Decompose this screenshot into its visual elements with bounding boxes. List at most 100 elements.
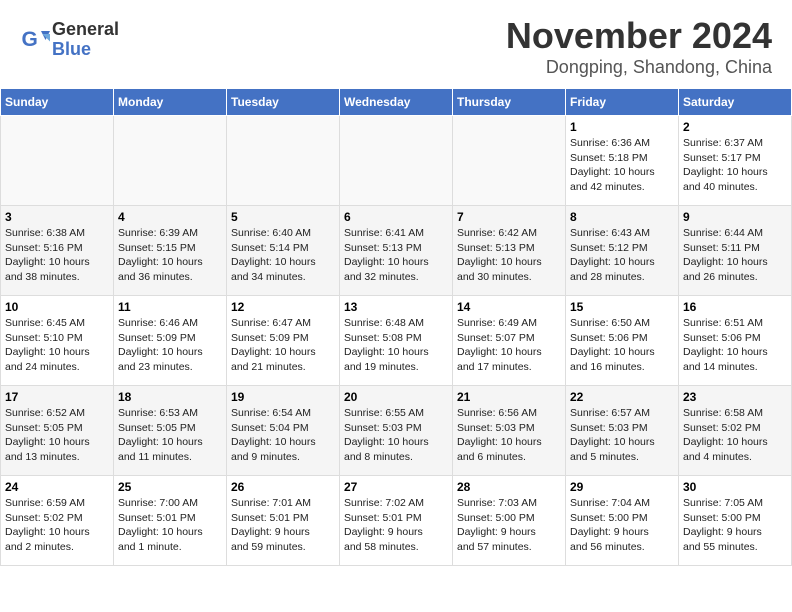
calendar-cell: [227, 116, 340, 206]
day-header-sunday: Sunday: [1, 89, 114, 116]
day-info: Sunrise: 6:41 AM Sunset: 5:13 PM Dayligh…: [344, 227, 429, 283]
day-number: 2: [683, 120, 787, 134]
day-number: 10: [5, 300, 109, 314]
day-info: Sunrise: 6:43 AM Sunset: 5:12 PM Dayligh…: [570, 227, 655, 283]
calendar-week-2: 3 Sunrise: 6:38 AM Sunset: 5:16 PM Daylig…: [1, 206, 792, 296]
day-info: Sunrise: 6:52 AM Sunset: 5:05 PM Dayligh…: [5, 407, 90, 463]
calendar-cell: 3 Sunrise: 6:38 AM Sunset: 5:16 PM Daylig…: [1, 206, 114, 296]
day-number: 11: [118, 300, 222, 314]
calendar-cell: 4Sunrise: 6:39 AM Sunset: 5:15 PM Daylig…: [114, 206, 227, 296]
day-info: Sunrise: 6:37 AM Sunset: 5:17 PM Dayligh…: [683, 137, 768, 193]
calendar-cell: 16 Sunrise: 6:51 AM Sunset: 5:06 PM Dayli…: [679, 296, 792, 386]
calendar-cell: 27 Sunrise: 7:02 AM Sunset: 5:01 PM Dayli…: [340, 476, 453, 566]
calendar-cell: 15Sunrise: 6:50 AM Sunset: 5:06 PM Dayli…: [566, 296, 679, 386]
day-number: 6: [344, 210, 448, 224]
calendar-week-4: 17Sunrise: 6:52 AM Sunset: 5:05 PM Dayli…: [1, 386, 792, 476]
day-number: 25: [118, 480, 222, 494]
day-header-saturday: Saturday: [679, 89, 792, 116]
day-number: 13: [344, 300, 448, 314]
day-number: 24: [5, 480, 109, 494]
calendar-cell: 14Sunrise: 6:49 AM Sunset: 5:07 PM Dayli…: [453, 296, 566, 386]
day-info: Sunrise: 6:36 AM Sunset: 5:18 PM Dayligh…: [570, 137, 655, 193]
day-header-tuesday: Tuesday: [227, 89, 340, 116]
calendar-cell: 8 Sunrise: 6:43 AM Sunset: 5:12 PM Daylig…: [566, 206, 679, 296]
calendar-table: SundayMondayTuesdayWednesdayThursdayFrid…: [0, 88, 792, 566]
day-info: Sunrise: 6:48 AM Sunset: 5:08 PM Dayligh…: [344, 317, 429, 373]
calendar-cell: 9 Sunrise: 6:44 AM Sunset: 5:11 PM Daylig…: [679, 206, 792, 296]
calendar-cell: 30 Sunrise: 7:05 AM Sunset: 5:00 PM Dayli…: [679, 476, 792, 566]
day-info: Sunrise: 6:51 AM Sunset: 5:06 PM Dayligh…: [683, 317, 768, 373]
calendar-cell: 6 Sunrise: 6:41 AM Sunset: 5:13 PM Daylig…: [340, 206, 453, 296]
day-info: Sunrise: 6:53 AM Sunset: 5:05 PM Dayligh…: [118, 407, 203, 463]
calendar-cell: 23 Sunrise: 6:58 AM Sunset: 5:02 PM Dayli…: [679, 386, 792, 476]
day-info: Sunrise: 6:55 AM Sunset: 5:03 PM Dayligh…: [344, 407, 429, 463]
calendar-cell: 21Sunrise: 6:56 AM Sunset: 5:03 PM Dayli…: [453, 386, 566, 476]
day-info: Sunrise: 6:38 AM Sunset: 5:16 PM Dayligh…: [5, 227, 90, 283]
header: G General Blue November 2024 Dongping, S…: [0, 0, 792, 88]
calendar-week-1: 1 Sunrise: 6:36 AM Sunset: 5:18 PM Daylig…: [1, 116, 792, 206]
day-info: Sunrise: 7:00 AM Sunset: 5:01 PM Dayligh…: [118, 497, 203, 553]
logo-icon: G: [20, 25, 50, 55]
calendar-cell: [453, 116, 566, 206]
calendar-cell: 20 Sunrise: 6:55 AM Sunset: 5:03 PM Dayli…: [340, 386, 453, 476]
day-number: 1: [570, 120, 674, 134]
day-info: Sunrise: 7:05 AM Sunset: 5:00 PM Dayligh…: [683, 497, 763, 553]
day-header-thursday: Thursday: [453, 89, 566, 116]
day-info: Sunrise: 6:45 AM Sunset: 5:10 PM Dayligh…: [5, 317, 90, 373]
day-number: 27: [344, 480, 448, 494]
logo-blue-text: Blue: [52, 39, 91, 59]
day-number: 14: [457, 300, 561, 314]
calendar-cell: 19Sunrise: 6:54 AM Sunset: 5:04 PM Dayli…: [227, 386, 340, 476]
calendar-cell: 22Sunrise: 6:57 AM Sunset: 5:03 PM Dayli…: [566, 386, 679, 476]
calendar-cell: 2 Sunrise: 6:37 AM Sunset: 5:17 PM Daylig…: [679, 116, 792, 206]
day-number: 20: [344, 390, 448, 404]
day-info: Sunrise: 6:58 AM Sunset: 5:02 PM Dayligh…: [683, 407, 768, 463]
day-number: 23: [683, 390, 787, 404]
calendar-week-5: 24 Sunrise: 6:59 AM Sunset: 5:02 PM Dayli…: [1, 476, 792, 566]
day-number: 4: [118, 210, 222, 224]
day-number: 9: [683, 210, 787, 224]
day-number: 28: [457, 480, 561, 494]
calendar-cell: 25 Sunrise: 7:00 AM Sunset: 5:01 PM Dayli…: [114, 476, 227, 566]
calendar-cell: 28 Sunrise: 7:03 AM Sunset: 5:00 PM Dayli…: [453, 476, 566, 566]
calendar-week-3: 10 Sunrise: 6:45 AM Sunset: 5:10 PM Dayli…: [1, 296, 792, 386]
day-number: 21: [457, 390, 561, 404]
day-info: Sunrise: 6:46 AM Sunset: 5:09 PM Dayligh…: [118, 317, 203, 373]
calendar-cell: 17Sunrise: 6:52 AM Sunset: 5:05 PM Dayli…: [1, 386, 114, 476]
day-number: 8: [570, 210, 674, 224]
month-title: November 2024: [506, 15, 772, 57]
day-info: Sunrise: 7:03 AM Sunset: 5:00 PM Dayligh…: [457, 497, 537, 553]
day-number: 12: [231, 300, 335, 314]
calendar-cell: 11 Sunrise: 6:46 AM Sunset: 5:09 PM Dayli…: [114, 296, 227, 386]
calendar-cell: 24 Sunrise: 6:59 AM Sunset: 5:02 PM Dayli…: [1, 476, 114, 566]
day-info: Sunrise: 7:04 AM Sunset: 5:00 PM Dayligh…: [570, 497, 650, 553]
day-header-monday: Monday: [114, 89, 227, 116]
day-number: 30: [683, 480, 787, 494]
calendar-cell: 26Sunrise: 7:01 AM Sunset: 5:01 PM Dayli…: [227, 476, 340, 566]
day-number: 22: [570, 390, 674, 404]
day-info: Sunrise: 7:02 AM Sunset: 5:01 PM Dayligh…: [344, 497, 424, 553]
title-block: November 2024 Dongping, Shandong, China: [506, 15, 772, 78]
calendar-cell: 29 Sunrise: 7:04 AM Sunset: 5:00 PM Dayli…: [566, 476, 679, 566]
calendar-body: 1 Sunrise: 6:36 AM Sunset: 5:18 PM Daylig…: [1, 116, 792, 566]
day-info: Sunrise: 6:40 AM Sunset: 5:14 PM Dayligh…: [231, 227, 316, 283]
calendar-cell: 10 Sunrise: 6:45 AM Sunset: 5:10 PM Dayli…: [1, 296, 114, 386]
day-number: 18: [118, 390, 222, 404]
day-number: 5: [231, 210, 335, 224]
calendar-cell: 1 Sunrise: 6:36 AM Sunset: 5:18 PM Daylig…: [566, 116, 679, 206]
day-info: Sunrise: 7:01 AM Sunset: 5:01 PM Dayligh…: [231, 497, 311, 553]
calendar-cell: 7Sunrise: 6:42 AM Sunset: 5:13 PM Daylig…: [453, 206, 566, 296]
svg-text:G: G: [22, 28, 38, 51]
day-info: Sunrise: 6:44 AM Sunset: 5:11 PM Dayligh…: [683, 227, 768, 283]
calendar-cell: [1, 116, 114, 206]
days-of-week-row: SundayMondayTuesdayWednesdayThursdayFrid…: [1, 89, 792, 116]
day-number: 29: [570, 480, 674, 494]
day-number: 16: [683, 300, 787, 314]
day-header-wednesday: Wednesday: [340, 89, 453, 116]
day-number: 3: [5, 210, 109, 224]
location-title: Dongping, Shandong, China: [506, 57, 772, 78]
day-number: 15: [570, 300, 674, 314]
day-info: Sunrise: 6:59 AM Sunset: 5:02 PM Dayligh…: [5, 497, 90, 553]
logo-general-text: General: [52, 19, 119, 39]
day-header-friday: Friday: [566, 89, 679, 116]
